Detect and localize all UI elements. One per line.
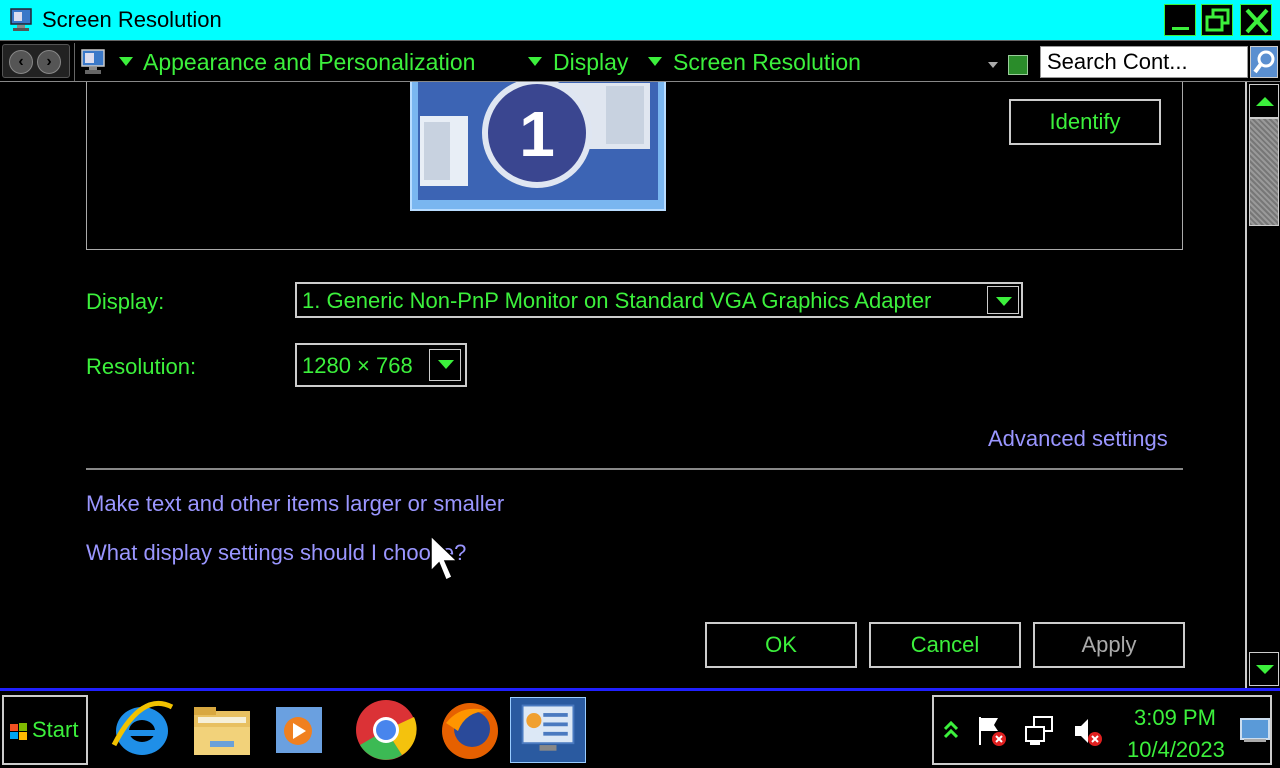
scroll-up-icon[interactable] (1249, 84, 1279, 118)
control-panel-icon (81, 49, 105, 74)
action-center-flag-icon[interactable] (976, 715, 1008, 747)
chevron-down-icon[interactable] (987, 286, 1019, 314)
mouse-cursor-icon (430, 535, 459, 582)
show-hidden-icons-icon[interactable] (944, 719, 958, 743)
breadcrumb[interactable]: Appearance and Personalization Display S… (74, 43, 1032, 81)
chrome-icon[interactable] (348, 697, 424, 763)
file-explorer-icon[interactable] (184, 697, 260, 763)
window-title: Screen Resolution (42, 7, 222, 32)
screen-resolution-app-icon (10, 8, 32, 31)
search-button[interactable] (1250, 46, 1278, 78)
cancel-button[interactable]: Cancel (869, 622, 1021, 668)
start-button[interactable]: Start (2, 695, 88, 765)
navigation-buttons: ‹ › (2, 44, 70, 78)
identify-button[interactable]: Identify (1009, 99, 1161, 145)
back-arrow-icon[interactable]: ‹ (9, 50, 33, 74)
display-help-link[interactable]: What display settings should I choose? (86, 540, 466, 566)
media-player-icon[interactable] (262, 697, 338, 763)
clock-date[interactable]: 10/4/2023 (1127, 737, 1225, 763)
breadcrumb-display[interactable]: Display (553, 49, 628, 76)
search-field[interactable] (1040, 46, 1248, 78)
taskbar: Start 3:09 PM 10/4/2023 (0, 688, 1280, 768)
address-dropdown-icon[interactable] (988, 62, 998, 68)
firefox-icon[interactable] (432, 697, 508, 763)
advanced-settings-link[interactable]: Advanced settings (988, 426, 1168, 452)
refresh-icon[interactable] (1008, 55, 1028, 75)
windows-logo-icon (10, 723, 27, 740)
system-tray: 3:09 PM 10/4/2023 (932, 695, 1272, 765)
minimize-icon (1172, 27, 1189, 30)
network-icon[interactable] (1024, 715, 1056, 747)
chevron-down-icon[interactable] (429, 349, 461, 381)
chevron-down-icon[interactable] (648, 57, 662, 66)
display-select-value: 1. Generic Non-PnP Monitor on Standard V… (302, 288, 932, 313)
display-select[interactable]: 1. Generic Non-PnP Monitor on Standard V… (295, 282, 1023, 318)
monitor-number: 1 (519, 98, 555, 170)
minimize-button[interactable] (1164, 4, 1196, 36)
scroll-down-icon[interactable] (1249, 652, 1279, 686)
monitor-preview[interactable]: 1 (410, 82, 666, 212)
forward-arrow-icon[interactable]: › (37, 50, 61, 74)
restore-icon (1205, 8, 1230, 32)
start-label: Start (32, 717, 79, 742)
resolution-select-value: 1280 × 768 (302, 353, 413, 378)
search-input[interactable] (1041, 47, 1241, 77)
display-label: Display: (86, 289, 165, 314)
breadcrumb-screen-resolution[interactable]: Screen Resolution (673, 49, 861, 76)
apply-button[interactable]: Apply (1033, 622, 1185, 668)
main-content: 1 Identify Display: 1. Generic Non-PnP M… (0, 82, 1245, 688)
title-bar: Screen Resolution (0, 0, 1280, 40)
restore-button[interactable] (1201, 4, 1233, 36)
clock-time[interactable]: 3:09 PM (1134, 705, 1216, 731)
resolution-select[interactable]: 1280 × 768 (295, 343, 467, 387)
close-button[interactable] (1240, 4, 1272, 36)
scrollbar-thumb[interactable] (1249, 118, 1279, 226)
control-panel-icon[interactable] (510, 697, 586, 763)
resolution-label: Resolution: (86, 354, 197, 379)
chevron-down-icon[interactable] (528, 57, 542, 66)
close-icon (1245, 8, 1269, 34)
show-desktop-icon[interactable] (1240, 717, 1270, 743)
chevron-down-icon[interactable] (119, 57, 133, 66)
divider (86, 468, 1183, 470)
breadcrumb-appearance[interactable]: Appearance and Personalization (143, 49, 475, 76)
internet-explorer-icon[interactable] (104, 697, 180, 763)
text-size-link[interactable]: Make text and other items larger or smal… (86, 491, 504, 517)
ok-button[interactable]: OK (705, 622, 857, 668)
search-icon (1253, 50, 1275, 74)
volume-muted-icon[interactable] (1072, 715, 1104, 747)
vertical-scrollbar[interactable] (1245, 82, 1280, 688)
